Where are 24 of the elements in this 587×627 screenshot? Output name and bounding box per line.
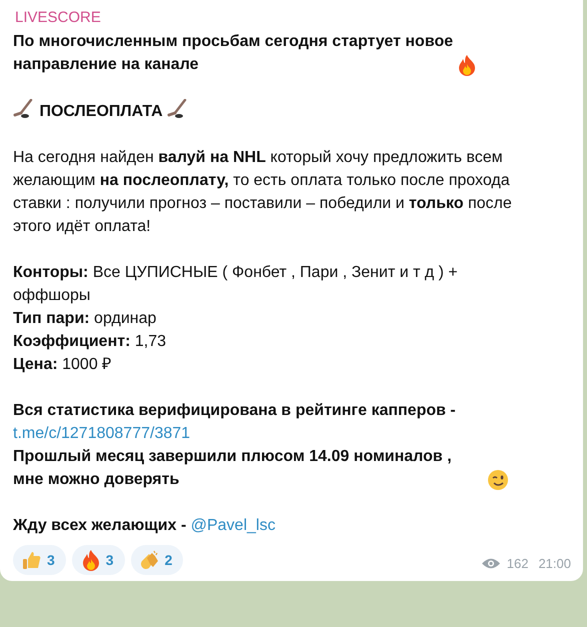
fire-icon <box>457 54 477 76</box>
reaction-button[interactable]: 3 <box>72 545 125 575</box>
section-heading: ПОСЛЕОПЛАТА <box>39 103 163 120</box>
message-time: 21:00 <box>538 555 571 573</box>
thumbs-up-icon <box>22 550 42 570</box>
detail-line: Цена: 1000 ₽ <box>13 355 112 375</box>
winking-face-icon <box>487 469 509 491</box>
headline: По многочисленным просьбам сегодня стартует новое направление на канале <box>13 32 453 75</box>
link[interactable]: t.me/c/1271808777/3871 <box>13 425 190 442</box>
username-link[interactable]: @Pavel_lsc <box>190 517 276 534</box>
channel-name[interactable]: LIVESCORE <box>13 6 571 30</box>
reaction-button[interactable]: 3 <box>13 545 66 575</box>
trust-text: Прошлый месяц завершили плюсом 14.09 номиналов , мне можно доверять <box>13 447 453 490</box>
fire-icon <box>80 549 101 571</box>
hockey-stick-icon <box>13 99 35 119</box>
reaction-button[interactable]: 2 <box>130 545 184 575</box>
eye-icon <box>480 557 501 570</box>
hockey-stick-icon <box>167 99 190 119</box>
detail-line: Коэффициент: 1,73 <box>13 332 167 352</box>
view-count: 162 <box>506 555 528 573</box>
stats-text: Вся статистика верифицирована в рейтинге капперов - t.me/c/1271808777/3871 <box>13 401 457 444</box>
paragraph: На сегодня найден валуй на NHL который хочу предложить всем желающим на послеоплату, то есть оплата только после прохода ставки : получили прогноз – поставили – победили и только после этого идёт оплата! <box>13 148 513 237</box>
detail-line: Тип пари: ординар <box>13 309 158 329</box>
contact-text: Жду всех желающих - @Pavel_lsc <box>13 516 276 536</box>
